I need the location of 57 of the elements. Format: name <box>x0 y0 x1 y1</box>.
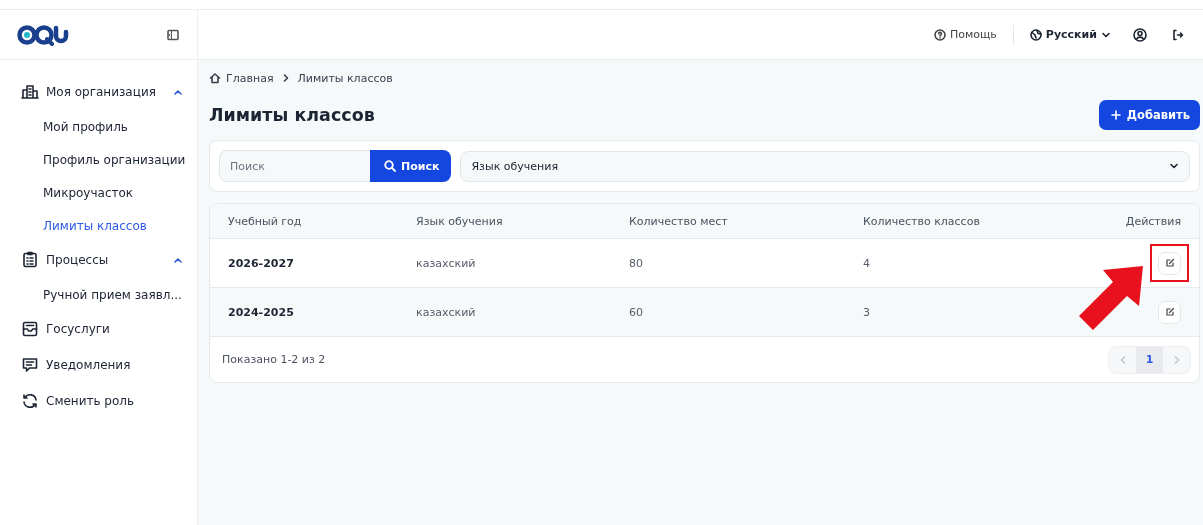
column-header: Язык обучения <box>415 214 504 228</box>
nav-item[interactable]: Уведомления <box>0 347 197 383</box>
add-button[interactable]: Добавить <box>1098 100 1200 130</box>
nav-subitem[interactable]: Ручной прием заявл... <box>0 278 197 311</box>
table-cell-text: 4 <box>862 256 871 270</box>
refresh-icon <box>21 392 39 410</box>
chevron-right-icon <box>1172 354 1181 365</box>
search-field[interactable]: Поиск <box>219 150 370 182</box>
nav-item[interactable]: Госуслуги <box>0 311 197 347</box>
inbox-icon <box>21 320 39 338</box>
search-button[interactable]: Поиск <box>370 150 452 182</box>
edit-button[interactable] <box>1158 300 1181 324</box>
edit-icon <box>1164 307 1175 317</box>
breadcrumb-link[interactable]: Лимиты классов <box>297 71 393 85</box>
language-select[interactable]: Язык обучения <box>460 150 1190 182</box>
globe-icon <box>1029 28 1042 41</box>
column-header: Учебный год <box>227 214 303 228</box>
table-cell-text: казахский <box>415 256 477 270</box>
edit-icon <box>1164 258 1175 268</box>
clipboard-icon <box>21 251 39 269</box>
page-title: Лимиты классов <box>209 105 375 125</box>
nav-item[interactable]: Моя организация <box>0 74 197 110</box>
panel-icon <box>167 28 179 41</box>
chevron-left-icon <box>1118 354 1127 365</box>
nav-subitem[interactable]: Профиль организации <box>0 143 197 176</box>
nav-subitem[interactable]: Микроучасток <box>0 176 197 209</box>
table-cell-text: 2026-2027 <box>227 256 295 270</box>
column-header: Количество классов <box>862 214 981 228</box>
edit-button[interactable] <box>1158 251 1181 275</box>
nav-subitem[interactable]: Лимиты классов <box>0 209 197 242</box>
nav-item[interactable]: Процессы <box>0 242 197 278</box>
logout-icon <box>1172 28 1184 41</box>
column-header: Действия <box>1124 214 1182 228</box>
building-icon <box>21 83 39 101</box>
table-cell-text: 2024-2025 <box>227 305 295 319</box>
search-icon <box>384 160 396 172</box>
nav-subitem[interactable]: Мой профиль <box>0 110 197 143</box>
plus-icon <box>1110 110 1121 120</box>
help-link[interactable]: Помощь <box>929 24 1001 45</box>
chevron-down-icon <box>1169 161 1179 171</box>
logo-icon <box>17 23 69 46</box>
breadcrumb-link[interactable]: Главная <box>209 71 274 85</box>
column-header: Количество мест <box>628 214 729 228</box>
home-icon <box>209 72 221 84</box>
table-cell-text: 3 <box>862 305 871 319</box>
table-cell-text: 60 <box>628 305 644 319</box>
nav-item[interactable]: Сменить роль <box>0 383 197 419</box>
table-cell-text: казахский <box>415 305 477 319</box>
pagination-summary: Показано 1-2 из 2 <box>222 353 326 366</box>
message-icon <box>21 356 39 374</box>
user-icon <box>1133 27 1147 42</box>
sidebar-toggle-button[interactable] <box>167 28 179 41</box>
help-icon <box>933 28 946 41</box>
chevron-right-icon <box>281 73 290 83</box>
table-cell-text: 80 <box>628 256 644 270</box>
page-button[interactable]: 1 <box>1136 346 1163 373</box>
language-dropdown[interactable]: Русский <box>1025 24 1115 45</box>
